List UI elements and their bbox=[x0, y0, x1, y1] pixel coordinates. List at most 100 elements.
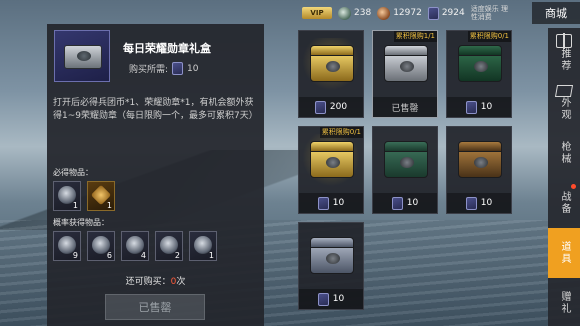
box-icon bbox=[554, 85, 574, 97]
ticket-icon bbox=[465, 196, 477, 210]
bronze-amount: 12972 bbox=[393, 8, 422, 18]
item-card[interactable]: 10 bbox=[446, 126, 512, 214]
ticket-icon bbox=[314, 100, 326, 114]
remain-label: 还可购买： bbox=[125, 277, 171, 287]
brown-chest-icon bbox=[458, 141, 502, 178]
item-cost: 购买所需: 10 bbox=[129, 62, 199, 75]
item-count: 1 bbox=[208, 251, 214, 260]
card-price: 10 bbox=[373, 193, 437, 213]
steel-chest-icon bbox=[310, 237, 354, 274]
chest-icon bbox=[64, 45, 102, 69]
tab-label: 枪械 bbox=[559, 141, 570, 165]
limit-badge: 累积限购0/1 bbox=[467, 31, 511, 42]
price-value: 200 bbox=[329, 102, 348, 112]
tab-label: 推荐 bbox=[559, 48, 570, 72]
item-count: 4 bbox=[140, 251, 146, 260]
notification-dot bbox=[571, 184, 576, 189]
bronze-coin-icon bbox=[377, 6, 391, 20]
chance-item[interactable]: 9 bbox=[53, 231, 81, 261]
item-image bbox=[376, 38, 434, 90]
ticket-icon bbox=[391, 196, 403, 210]
card-price: 10 bbox=[447, 193, 511, 213]
tab-label: 战备 bbox=[559, 191, 570, 215]
item-image bbox=[450, 134, 508, 186]
item-title: 每日荣耀勋章礼盒 bbox=[123, 42, 211, 55]
item-detail-panel: 每日荣耀勋章礼盒 购买所需: 10 打开后必得兵团币*1、荣耀勋章*1，有机会额… bbox=[47, 24, 264, 326]
tab-weapons[interactable]: 枪械 bbox=[548, 128, 580, 178]
item-count: 2 bbox=[174, 251, 180, 260]
tab-items[interactable]: 道具 bbox=[548, 228, 580, 278]
price-value: 10 bbox=[332, 198, 345, 208]
guaranteed-item[interactable]: 1 bbox=[87, 181, 115, 211]
ticket-amount: 2924 bbox=[441, 8, 465, 18]
ticket-icon bbox=[465, 100, 477, 114]
category-tabs: 推荐 外观 枪械 战备 道具 赠礼 bbox=[548, 28, 580, 326]
guaranteed-label: 必得物品： bbox=[53, 168, 93, 177]
item-card[interactable]: 10 bbox=[298, 222, 364, 310]
remain-unit: 次 bbox=[176, 277, 186, 287]
item-count: 9 bbox=[72, 251, 78, 260]
item-card[interactable]: 200 bbox=[298, 30, 364, 118]
ticket-icon bbox=[427, 6, 439, 20]
tab-appearance[interactable]: 外观 bbox=[548, 78, 580, 128]
gold-chest-icon bbox=[310, 141, 354, 178]
ticket-icon bbox=[172, 62, 184, 75]
tab-label: 赠礼 bbox=[559, 291, 570, 315]
price-value: 10 bbox=[480, 102, 493, 112]
tab-recommend[interactable]: 推荐 bbox=[548, 28, 580, 78]
item-count: 1 bbox=[72, 201, 78, 210]
chance-item[interactable]: 2 bbox=[155, 231, 183, 261]
silver-amount: 238 bbox=[354, 8, 372, 18]
bronze-currency: 12972 bbox=[377, 6, 422, 20]
item-card[interactable]: 累积限购0/1 10 bbox=[298, 126, 364, 214]
limit-badge: 累积限购1/1 bbox=[393, 31, 437, 42]
price-value: 10 bbox=[480, 198, 493, 208]
price-value: 已售罄 bbox=[391, 103, 419, 114]
item-image bbox=[302, 230, 360, 282]
silver-chest-icon bbox=[384, 45, 428, 82]
item-thumbnail bbox=[54, 30, 110, 82]
chance-label: 概率获得物品： bbox=[53, 218, 109, 227]
tab-equipment[interactable]: 战备 bbox=[548, 178, 580, 228]
item-count: 6 bbox=[106, 251, 112, 260]
item-card[interactable]: 累积限购1/1 已售罄 bbox=[372, 30, 438, 118]
item-count: 1 bbox=[106, 201, 112, 210]
green-chest-icon bbox=[458, 45, 502, 82]
item-image bbox=[450, 38, 508, 90]
chance-item[interactable]: 4 bbox=[121, 231, 149, 261]
card-price: 10 bbox=[299, 193, 363, 213]
ticket-currency: 2924 bbox=[427, 6, 465, 20]
gift-icon bbox=[556, 33, 572, 49]
chance-item[interactable]: 6 bbox=[87, 231, 115, 261]
limit-badge: 累积限购0/1 bbox=[319, 127, 363, 138]
vip-badge[interactable]: VIP bbox=[302, 7, 332, 19]
currency-bar: VIP 238 12972 2924 适度娱乐 理性消费 商城 bbox=[302, 2, 580, 24]
card-price: 200 bbox=[299, 97, 363, 117]
guaranteed-item[interactable]: 1 bbox=[53, 181, 81, 211]
ticket-icon bbox=[317, 196, 329, 210]
item-card[interactable]: 10 bbox=[372, 126, 438, 214]
card-price: 已售罄 bbox=[373, 97, 437, 117]
silver-currency: 238 bbox=[338, 6, 372, 20]
item-grid: 200 累积限购1/1 已售罄 累积限购0/1 10 累积限购0/1 10 10 bbox=[298, 30, 524, 326]
remaining-purchases: 还可购买：0次 bbox=[47, 274, 264, 287]
item-image bbox=[302, 38, 360, 90]
sold-out-button[interactable]: 已售罄 bbox=[105, 294, 205, 320]
gaming-notice: 适度娱乐 理性消费 bbox=[470, 5, 508, 21]
green-chest-icon bbox=[384, 141, 428, 178]
chance-item[interactable]: 1 bbox=[189, 231, 217, 261]
shop-button[interactable]: 商城 bbox=[532, 2, 580, 24]
price-value: 10 bbox=[406, 198, 419, 208]
item-description: 打开后必得兵团币*1、荣耀勋章*1，有机会额外获得1~9荣耀勋章（每日限购一个，… bbox=[53, 98, 258, 121]
card-price: 10 bbox=[299, 289, 363, 309]
gold-chest-icon bbox=[310, 45, 354, 82]
ticket-icon bbox=[317, 292, 329, 306]
cost-value: 10 bbox=[187, 63, 199, 74]
item-card[interactable]: 累积限购0/1 10 bbox=[446, 30, 512, 118]
price-value: 10 bbox=[332, 294, 345, 304]
item-image bbox=[376, 134, 434, 186]
card-price: 10 bbox=[447, 97, 511, 117]
tab-gifts[interactable]: 赠礼 bbox=[548, 278, 580, 326]
tab-label: 道具 bbox=[559, 241, 570, 265]
cost-label: 购买所需: bbox=[129, 65, 169, 75]
